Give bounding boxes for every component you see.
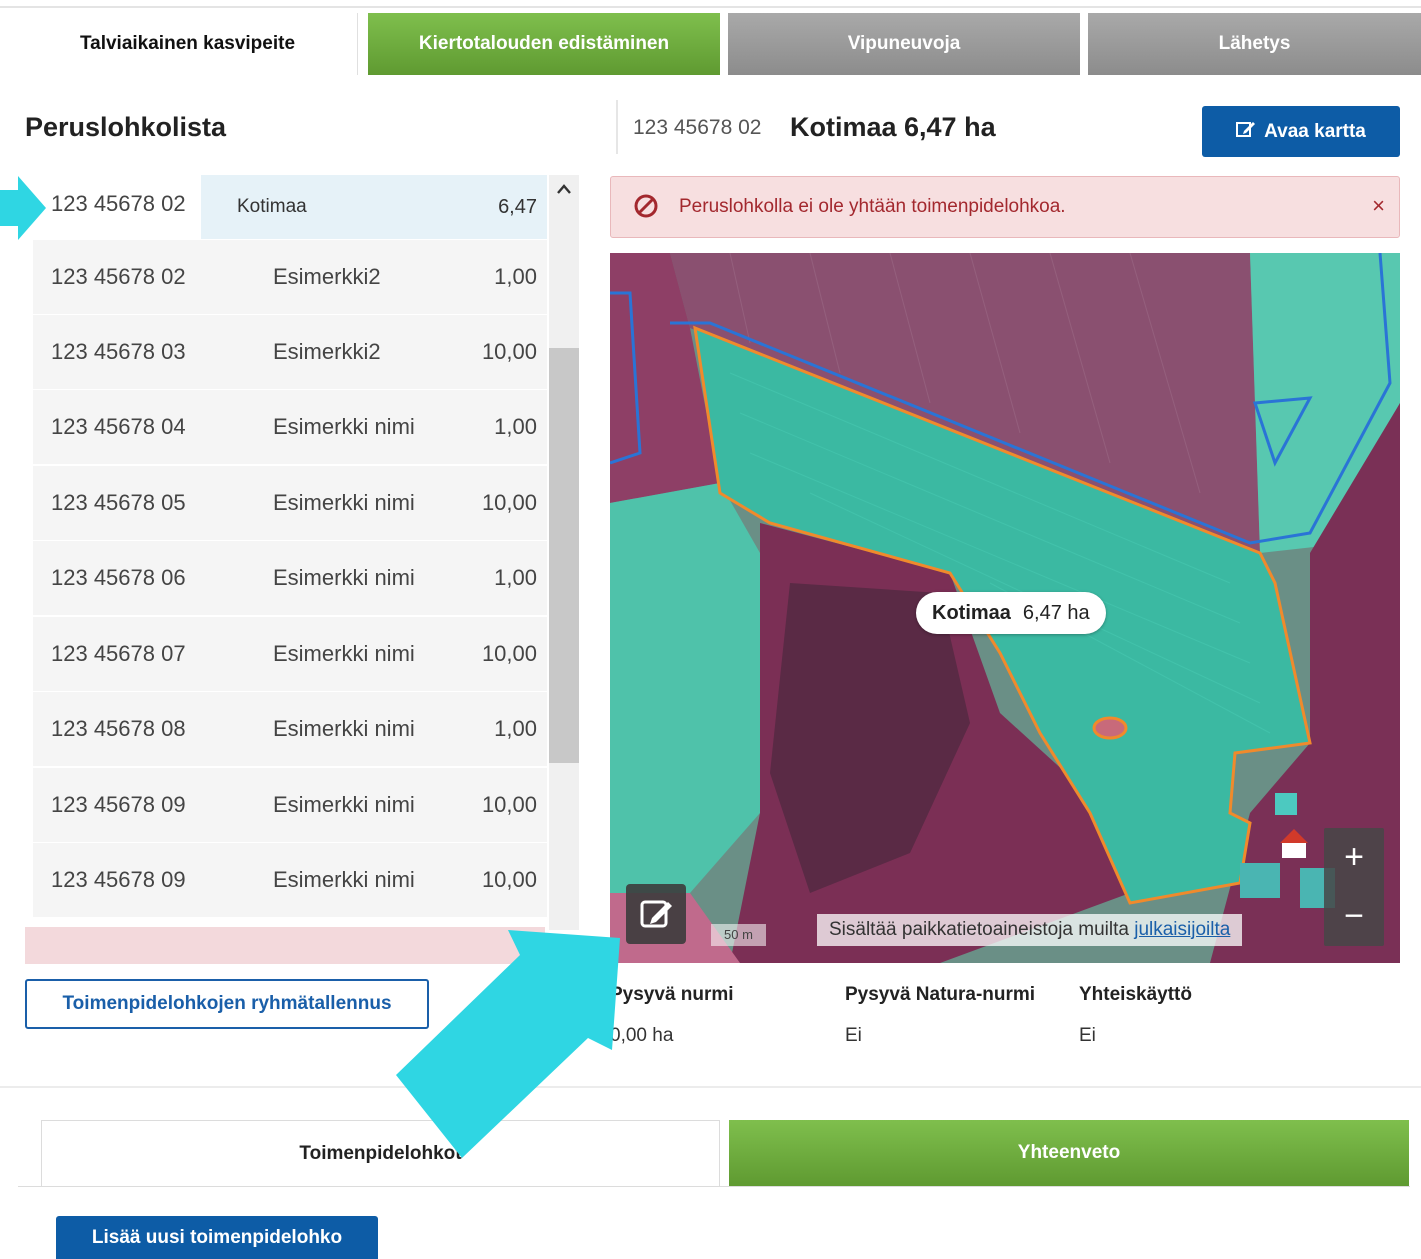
row-id: 123 45678 02 — [51, 264, 186, 289]
error-alert: Peruslohkolla ei ole yhtään toimenpidelo… — [610, 176, 1400, 238]
row-area: 10,00 — [481, 792, 537, 817]
list-item[interactable]: 123 45678 07 Esimerkki nimi 10,00 — [33, 617, 547, 693]
group-save-button[interactable]: Toimenpidelohkojen ryhmätallennus — [25, 979, 429, 1029]
row-id: 123 45678 09 — [51, 867, 186, 892]
edit-icon — [626, 900, 686, 948]
row-name: Esimerkki2 — [273, 339, 381, 364]
row-name: Esimerkki nimi — [273, 716, 415, 741]
forbidden-icon — [633, 193, 659, 219]
row-area: 10,00 — [481, 641, 537, 666]
peruslohko-list[interactable]: 123 45678 02 Kotimaa 6,47 123 45678 02 E… — [33, 175, 579, 930]
list-item[interactable]: 123 45678 03 Esimerkki2 10,00 — [33, 315, 547, 391]
scroll-up-chevron-icon[interactable] — [549, 179, 579, 203]
bottom-tab-underline — [18, 1186, 1410, 1187]
list-item[interactable]: 123 45678 09 Esimerkki nimi 10,00 — [33, 768, 547, 844]
list-item[interactable]: 123 45678 08 Esimerkki nimi 1,00 — [33, 692, 547, 768]
map-zoom-control[interactable]: + − — [1324, 828, 1384, 946]
selected-lohko-title: Kotimaa 6,47 ha — [790, 112, 996, 142]
row-name: Esimerkki nimi — [273, 565, 415, 590]
info-value-natura-nurmi: Ei — [845, 1025, 862, 1046]
map-scale: 50 m — [711, 924, 766, 946]
list-item[interactable]: 123 45678 04 Esimerkki nimi 1,00 — [33, 390, 547, 466]
row-area: 6,47 — [498, 196, 537, 218]
zoom-out-button[interactable]: − — [1324, 887, 1384, 946]
info-value-pysyva-nurmi: 0,00 ha — [610, 1025, 674, 1046]
list-item[interactable]: 123 45678 06 Esimerkki nimi 1,00 — [33, 541, 547, 617]
zoom-in-button[interactable]: + — [1324, 828, 1384, 887]
row-name: Esimerkki nimi — [273, 867, 415, 892]
info-value-yhteiskaytto: Ei — [1079, 1025, 1096, 1046]
row-id: 123 45678 05 — [51, 490, 186, 515]
row-name: Esimerkki nimi — [273, 490, 415, 515]
row-id: 123 45678 09 — [51, 792, 186, 817]
list-item[interactable]: 123 45678 05 Esimerkki nimi 10,00 — [33, 466, 547, 542]
list-item-selected[interactable]: 123 45678 02 Kotimaa 6,47 — [33, 175, 547, 241]
map-edit-button[interactable] — [626, 884, 686, 944]
tab-kiertotalouden-edistaminen[interactable]: Kiertotalouden edistäminen — [368, 13, 720, 75]
row-id: 123 45678 02 — [51, 191, 186, 216]
row-area: 1,00 — [494, 264, 537, 289]
attribution-link[interactable]: julkaisijoilta — [1134, 919, 1230, 940]
row-id: 123 45678 03 — [51, 339, 186, 364]
map-attribution: Sisältää paikkatietoaineistoja muilta ju… — [817, 914, 1243, 946]
info-label-natura-nurmi: Pysyvä Natura-nurmi — [845, 984, 1036, 1005]
map-parcel-label: Kotimaa 6,47 ha — [916, 592, 1106, 634]
tab-toimenpidelohkot[interactable]: Toimenpidelohkot — [41, 1120, 720, 1186]
alert-text: Peruslohkolla ei ole yhtään toimenpidelo… — [679, 196, 1066, 217]
close-icon[interactable]: × — [1372, 193, 1385, 219]
row-area: 10,00 — [481, 490, 537, 515]
peruslohkolista-heading: Peruslohkolista — [25, 112, 227, 142]
list-footer-bar — [25, 927, 545, 964]
header-divider — [616, 100, 618, 154]
tab-talviaikainen-kasvipeite[interactable]: Talviaikainen kasvipeite — [18, 13, 358, 75]
info-label-yhteiskaytto: Yhteiskäyttö — [1079, 984, 1192, 1005]
row-name: Esimerkki2 — [273, 264, 381, 289]
open-map-button[interactable]: Avaa kartta — [1202, 106, 1400, 157]
map-label-name: Kotimaa — [932, 601, 1011, 624]
tab-yhteenveto[interactable]: Yhteenveto — [729, 1120, 1409, 1186]
row-name: Kotimaa — [237, 196, 307, 217]
row-area: 1,00 — [494, 565, 537, 590]
row-area: 10,00 — [481, 339, 537, 364]
row-name: Esimerkki nimi — [273, 641, 415, 666]
row-id: 123 45678 07 — [51, 641, 186, 666]
row-id: 123 45678 08 — [51, 716, 186, 741]
top-divider — [0, 6, 1421, 8]
map-label-area: 6,47 ha — [1022, 601, 1090, 624]
tab-lahetys[interactable]: Lähetys — [1088, 13, 1421, 75]
row-name: Esimerkki nimi — [273, 414, 415, 439]
list-item[interactable]: 123 45678 02 Esimerkki2 1,00 — [33, 240, 547, 316]
row-id: 123 45678 04 — [51, 414, 186, 439]
row-area: 1,00 — [494, 716, 537, 741]
section-divider — [0, 1086, 1421, 1088]
add-toimenpidelohko-button[interactable]: Lisää uusi toimenpidelohko — [56, 1216, 378, 1259]
selected-lohko-id: 123 45678 02 — [633, 116, 762, 139]
open-map-label: Avaa kartta — [1264, 120, 1366, 142]
row-id: 123 45678 06 — [51, 565, 186, 590]
row-area: 10,00 — [481, 867, 537, 892]
row-name: Esimerkki nimi — [273, 792, 415, 817]
info-label-pysyva-nurmi: Pysyvä nurmi — [610, 984, 734, 1005]
attribution-text: Sisältää paikkatietoaineistoja muilta — [829, 919, 1135, 940]
list-item[interactable]: 123 45678 09 Esimerkki nimi 10,00 — [33, 843, 547, 919]
list-scrollbar-thumb[interactable] — [549, 348, 579, 763]
edit-icon — [1236, 120, 1256, 144]
row-area: 1,00 — [494, 414, 537, 439]
tab-vipuneuvoja[interactable]: Vipuneuvoja — [728, 13, 1080, 75]
